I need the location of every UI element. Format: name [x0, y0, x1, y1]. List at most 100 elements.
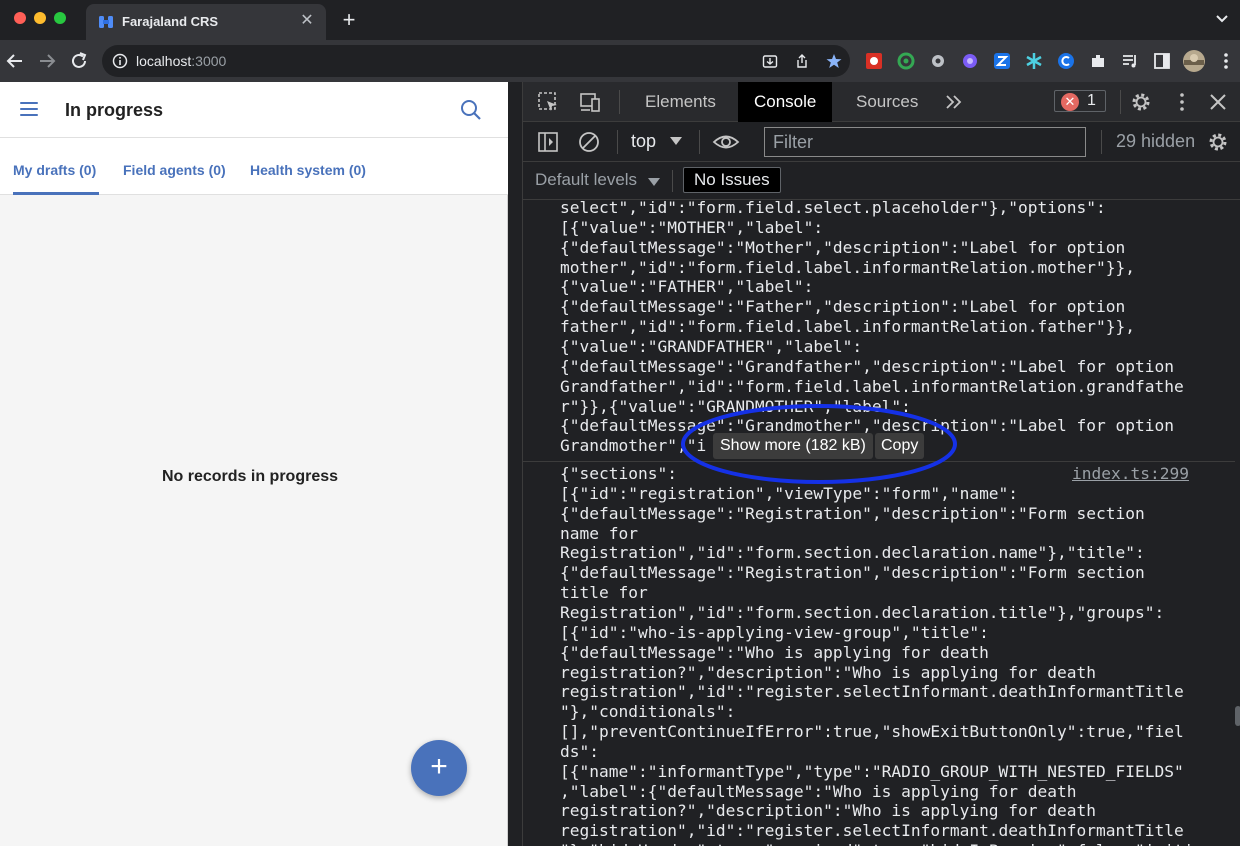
browser-tab[interactable]: Farajaland CRS ✕ [86, 4, 326, 40]
console-line: {"defaultMessage":"Grandfather","descrip… [560, 356, 1174, 376]
window-minimize-button[interactable] [34, 12, 46, 24]
console-scrollbar[interactable] [1235, 706, 1240, 726]
error-x-icon: ✕ [1061, 93, 1079, 111]
more-tabs-chevron-icon[interactable] [943, 91, 965, 113]
console-line: {"defaultMessage":"Registration","descri… [560, 563, 1145, 583]
site-info-icon[interactable] [112, 53, 128, 69]
bookmark-star-icon[interactable] [826, 53, 842, 69]
browser-tab-bar: Farajaland CRS ✕ + [0, 0, 1240, 40]
console-line: {"defaultMessage":"Registration","descri… [560, 503, 1145, 523]
browser-menu-kebab-icon[interactable] [1216, 51, 1236, 71]
hidden-messages-count: 29 hidden [1116, 131, 1196, 151]
side-panel-icon[interactable] [1152, 51, 1172, 71]
log-levels-dropdown[interactable]: Default levels [535, 170, 637, 190]
console-line: Registration","id":"form.section.declara… [560, 543, 1145, 563]
toolbar-divider [672, 170, 673, 192]
extension-asterisk-icon[interactable] [1024, 51, 1044, 71]
empty-state-message: No records in progress [161, 468, 339, 485]
tab-health-system[interactable]: Health system (0) [250, 162, 366, 178]
toolbar-divider [617, 130, 618, 154]
window-maximize-button[interactable] [54, 12, 66, 24]
console-line: registration?","description":"Who is app… [560, 801, 1097, 821]
console-line: {"value":"FATHER","label": [560, 277, 814, 297]
live-expression-eye-icon[interactable] [712, 131, 740, 153]
console-line: ds": [560, 741, 599, 761]
back-arrow-icon[interactable] [4, 50, 26, 72]
tab-field-agents[interactable]: Field agents (0) [123, 162, 226, 178]
media-controls-icon[interactable] [1120, 51, 1140, 71]
install-app-icon[interactable] [762, 53, 778, 69]
console-line: [{"id":"who-is-applying-view-group","tit… [560, 622, 989, 642]
clear-console-icon[interactable] [578, 131, 600, 153]
tab-console[interactable]: Console [738, 82, 833, 122]
share-icon[interactable] [794, 53, 810, 69]
sidebar-toggle-icon[interactable] [537, 131, 559, 153]
extension-blue-circle-icon[interactable] [1056, 51, 1076, 71]
new-event-fab-button[interactable]: + [411, 740, 467, 796]
tab-elements[interactable]: Elements [629, 82, 732, 122]
devtools-tab-bar: Elements Console Sources ✕ 1 [523, 82, 1240, 122]
extension-z-icon[interactable] [992, 51, 1012, 71]
console-line: "},"hideHeader":true,"required":true,"hi… [560, 841, 1200, 846]
issues-button[interactable]: No Issues [683, 167, 781, 193]
window-close-button[interactable] [14, 12, 26, 24]
app-tabs: My drafts (0) Field agents (0) Health sy… [0, 138, 508, 195]
inspect-element-icon[interactable] [537, 91, 559, 113]
console-line: father","id":"form.field.label.informant… [560, 317, 1135, 337]
tab-my-drafts[interactable]: My drafts (0) [13, 162, 96, 178]
console-line: name for [560, 523, 638, 543]
extensions-puzzle-icon[interactable] [1088, 51, 1108, 71]
console-line: registration","id":"register.selectInfor… [560, 682, 1184, 702]
tab-search-chevron-icon[interactable] [1214, 10, 1230, 26]
error-count: 1 [1087, 92, 1096, 109]
search-icon[interactable] [459, 98, 483, 122]
extension-gear-icon[interactable] [928, 51, 948, 71]
farajaland-favicon-icon [99, 16, 113, 28]
console-line: title for [560, 583, 648, 603]
toolbar-divider [1101, 130, 1102, 154]
context-dropdown-icon[interactable] [670, 137, 682, 145]
console-line: [],"preventContinueIfError":true,"showEx… [560, 722, 1184, 742]
devtools-kebab-icon[interactable] [1171, 91, 1193, 113]
console-line: Registration","id":"form.section.declara… [560, 602, 1165, 622]
device-toolbar-icon[interactable] [579, 91, 601, 113]
console-line: [{"value":"MOTHER","label": [560, 217, 824, 237]
forward-arrow-icon[interactable] [36, 50, 58, 72]
tab-close-icon[interactable]: ✕ [298, 12, 316, 30]
filter-input[interactable] [764, 127, 1086, 157]
console-line: mother","id":"form.field.label.informant… [560, 257, 1135, 277]
toolbar-divider [699, 130, 700, 154]
tab-sources[interactable]: Sources [840, 82, 934, 122]
app-page: In progress My drafts (0) Field agents (… [0, 82, 508, 846]
new-tab-button[interactable]: + [338, 8, 360, 32]
console-line: [{"id":"registration","viewType":"form",… [560, 483, 1019, 503]
reload-icon[interactable] [68, 50, 90, 72]
console-line: Grandfather","id":"form.field.label.info… [560, 376, 1184, 396]
extension-purple-sun-icon[interactable] [960, 51, 980, 71]
address-bar[interactable]: localhost:3000 [102, 45, 850, 77]
context-selector[interactable]: top [631, 131, 656, 152]
console-filter-bar: top 29 hidden [523, 122, 1240, 162]
console-line: "},"conditionals": [560, 702, 736, 722]
console-line: {"defaultMessage":"Mother","description"… [560, 237, 1126, 257]
console-output: select","id":"form.field.select.placehol… [523, 200, 1235, 846]
app-header: In progress [0, 82, 508, 138]
page-title: In progress [65, 100, 164, 120]
toolbar-divider [1120, 90, 1121, 114]
extension-red-icon[interactable] [864, 51, 884, 71]
profile-avatar-icon[interactable] [1182, 49, 1206, 73]
console-line: {"defaultMessage":"Who is applying for d… [560, 642, 989, 662]
console-line: {"defaultMessage":"Father","description"… [560, 297, 1126, 317]
browser-toolbar: localhost:3000 [0, 40, 1240, 82]
console-levels-bar: Default levels No Issues [523, 162, 1240, 200]
highlight-annotation-ellipse [681, 404, 957, 484]
console-line: registration?","description":"Who is app… [560, 662, 1097, 682]
hamburger-menu-icon[interactable] [20, 102, 38, 116]
settings-gear-icon[interactable] [1130, 91, 1152, 113]
close-devtools-icon[interactable] [1207, 91, 1229, 113]
error-count-badge[interactable]: ✕ 1 [1054, 90, 1106, 112]
plus-icon: + [430, 750, 448, 783]
console-settings-gear-icon[interactable] [1207, 131, 1229, 153]
levels-dropdown-icon[interactable] [648, 178, 660, 186]
extension-green-ring-icon[interactable] [896, 51, 916, 71]
